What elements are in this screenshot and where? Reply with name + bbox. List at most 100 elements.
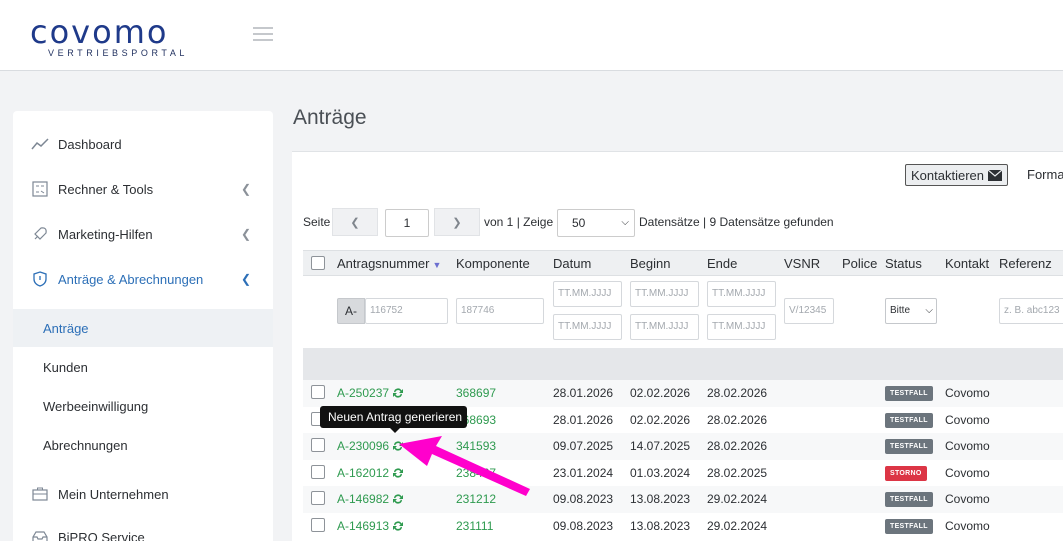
rocket-icon	[31, 225, 49, 243]
antrag-link[interactable]: A-162012	[337, 466, 404, 480]
chevron-left-icon: ❮	[241, 227, 252, 241]
vsnr-filter-input[interactable]: V/12345	[784, 298, 834, 324]
row-checkbox[interactable]	[311, 517, 325, 532]
column-referenz[interactable]: Referenz	[999, 256, 1052, 271]
table-header: Antragsnummer ▼ Komponente Datum Beginn E…	[303, 250, 1063, 276]
ende-cell: 28.02.2026	[707, 386, 768, 400]
datum-cell: 28.01.2026	[553, 412, 614, 427]
inbox-icon	[31, 528, 49, 541]
column-status[interactable]: Status	[885, 256, 922, 271]
row-checkbox[interactable]	[311, 464, 325, 479]
sidebar-item-label: BiPRO Service	[58, 529, 145, 541]
antrag-link[interactable]: A-230096	[337, 439, 404, 453]
komponente-link[interactable]: 231212	[456, 492, 496, 506]
sidebar-item-dashboard[interactable]: Dashboard	[13, 124, 273, 164]
status-badge: STORNO	[885, 465, 927, 481]
ende-cell: 29.02.2024	[707, 492, 768, 506]
format-menu[interactable]: Forma	[1027, 167, 1063, 182]
table-row[interactable]: A-230096 341593 09.07.2025 14.07.2025 28.02.…	[303, 433, 1063, 460]
refresh-icon[interactable]	[392, 387, 404, 399]
tooltip: Neuen Antrag generieren	[320, 406, 467, 433]
column-kontakt[interactable]: Kontakt	[945, 256, 989, 271]
ende-cell: 28.02.2026	[707, 439, 768, 453]
komponente-link[interactable]: 238467	[456, 466, 496, 480]
status-badge: TESTFALL	[885, 518, 933, 534]
antrag-link[interactable]: A-146982	[337, 492, 404, 506]
prev-page-button[interactable]: ❮	[332, 208, 378, 236]
table-row[interactable]: A-250237 368697 28.01.2026 02.02.2026 28.02.…	[303, 380, 1063, 407]
datum-from-input[interactable]: TT.MM.JJJJ	[553, 281, 622, 307]
antragsnummer-filter-input[interactable]: 116752	[365, 298, 448, 324]
table-row[interactable]: A-146913 231111 09.08.2023 13.08.2023 29.02.…	[303, 513, 1063, 540]
sidebar-item-rechner[interactable]: Rechner & Tools ❮	[13, 169, 273, 209]
contact-button[interactable]: Kontaktieren	[905, 164, 1008, 186]
calculator-icon	[31, 180, 49, 198]
page-number-input[interactable]: 1	[385, 209, 429, 237]
status-badge: TESTFALL	[885, 439, 933, 454]
antrag-link[interactable]: A-146913	[337, 519, 404, 533]
sidebar-item-label: Anträge & Abrechnungen	[58, 271, 204, 287]
datum-cell: 09.08.2023	[553, 492, 614, 506]
sidebar-item-label: Mein Unternehmen	[58, 486, 169, 502]
beginn-cell: 02.02.2026	[630, 386, 691, 400]
chevron-down-icon: ⌵	[925, 305, 933, 316]
chevron-left-icon: ❮	[241, 182, 252, 196]
table-group-bar	[303, 348, 1063, 380]
datum-to-input[interactable]: TT.MM.JJJJ	[553, 314, 622, 340]
sidebar-subitem-kunden[interactable]: Kunden	[13, 348, 273, 386]
next-page-button[interactable]: ❯	[434, 208, 480, 236]
ende-from-input[interactable]: TT.MM.JJJJ	[707, 281, 776, 307]
sidebar-item-mein-unternehmen[interactable]: Mein Unternehmen	[13, 474, 273, 514]
shield-icon	[31, 270, 49, 288]
sidebar-item-antraege-abrechnungen[interactable]: Anträge & Abrechnungen ❮	[13, 259, 273, 299]
chart-line-icon	[31, 135, 49, 153]
sidebar-item-marketing[interactable]: Marketing-Hilfen ❮	[13, 214, 273, 254]
column-antragsnummer[interactable]: Antragsnummer ▼	[337, 256, 441, 271]
column-beginn[interactable]: Beginn	[630, 256, 670, 271]
sidebar-item-bipro[interactable]: BiPRO Service	[13, 517, 273, 541]
komponente-link[interactable]: 368697	[456, 386, 496, 400]
status-badge: TESTFALL	[885, 386, 933, 401]
antrag-link[interactable]: A-250237	[337, 386, 404, 400]
komponente-link[interactable]: 231111	[456, 519, 493, 533]
contact-button-label: Kontaktieren	[911, 167, 984, 183]
column-datum[interactable]: Datum	[553, 256, 591, 271]
envelope-icon	[988, 169, 1002, 181]
row-checkbox[interactable]	[311, 385, 325, 399]
sidebar-item-label: Rechner & Tools	[58, 181, 154, 197]
top-bar: covomo VERTRIEBSPORTAL	[0, 0, 1063, 71]
column-komponente[interactable]: Komponente	[456, 256, 530, 271]
kontakt-cell: Covomo	[945, 492, 990, 506]
hamburger-menu-icon[interactable]	[253, 27, 273, 41]
kontakt-cell: Covomo	[945, 465, 990, 480]
sidebar-item-label: Marketing-Hilfen	[58, 226, 153, 242]
referenz-filter-input[interactable]: z. B. abc123	[999, 298, 1063, 324]
refresh-icon[interactable]	[392, 467, 404, 479]
chevron-down-icon: ⌵	[621, 217, 629, 228]
sidebar-subitem-antraege[interactable]: Anträge	[13, 309, 273, 347]
beginn-cell: 14.07.2025	[630, 439, 691, 453]
row-checkbox[interactable]	[311, 438, 325, 452]
logo[interactable]: covomo VERTRIEBSPORTAL	[30, 16, 188, 58]
ende-to-input[interactable]: TT.MM.JJJJ	[707, 314, 776, 340]
refresh-icon[interactable]	[392, 440, 404, 452]
status-filter-select[interactable]: Bitte ⌵	[885, 298, 937, 324]
column-ende[interactable]: Ende	[707, 256, 737, 271]
select-all-checkbox[interactable]	[311, 256, 325, 270]
beginn-from-input[interactable]: TT.MM.JJJJ	[630, 281, 699, 307]
row-checkbox[interactable]	[311, 491, 325, 505]
beginn-to-input[interactable]: TT.MM.JJJJ	[630, 314, 699, 340]
komponente-filter-input[interactable]: 187746	[456, 298, 544, 324]
komponente-link[interactable]: 341593	[456, 439, 496, 453]
ende-cell: 29.02.2024	[707, 518, 768, 533]
chevron-right-icon: ❯	[452, 216, 462, 229]
sidebar-subitem-werbeeinwilligung[interactable]: Werbeeinwilligung	[13, 387, 273, 425]
refresh-icon[interactable]	[392, 520, 404, 532]
table-row[interactable]: A-146982 231212 09.08.2023 13.08.2023 29.02.…	[303, 486, 1063, 513]
sidebar-subitem-abrechnungen[interactable]: Abrechnungen	[13, 426, 273, 464]
column-vsnr[interactable]: VSNR	[784, 256, 820, 271]
table-row[interactable]: A-162012 238467 23.01.2024 01.03.2024 28.02.…	[303, 460, 1063, 487]
page-size-select[interactable]: 50 ⌵	[557, 209, 635, 237]
refresh-icon[interactable]	[392, 493, 404, 505]
column-police[interactable]: Police	[842, 256, 877, 271]
